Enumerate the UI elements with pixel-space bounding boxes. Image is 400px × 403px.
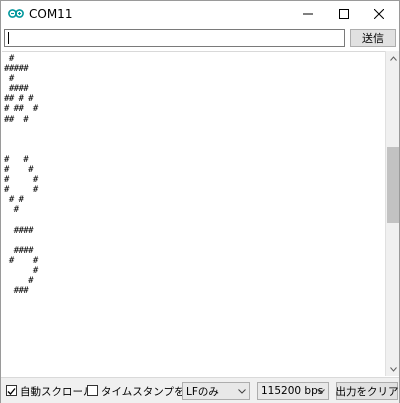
title-bar[interactable]: COM11 (1, 1, 399, 27)
checkmark-icon (7, 388, 16, 395)
window-title: COM11 (29, 7, 73, 21)
chevron-up-icon (389, 55, 397, 61)
serial-output-text: # ##### # #### ## # # # ## # ## # # # # … (4, 54, 38, 297)
scroll-up-button[interactable] (386, 51, 400, 65)
line-ending-select[interactable]: LFのみ (182, 382, 250, 400)
clear-output-button[interactable]: 出力をクリア (336, 382, 399, 400)
close-icon (374, 9, 384, 19)
chevron-down-icon (317, 389, 325, 394)
serial-send-input[interactable] (4, 29, 345, 47)
maximize-icon (339, 9, 349, 19)
close-button[interactable] (356, 1, 400, 27)
serial-monitor-window: COM11 送信 # ##### # #### ## # # # ## # ##… (0, 0, 400, 403)
baud-rate-select[interactable]: 115200 bps (257, 382, 329, 400)
text-caret (8, 32, 9, 44)
vertical-scrollbar[interactable] (385, 51, 399, 376)
chevron-down-icon (238, 389, 246, 394)
scroll-thumb[interactable] (387, 147, 399, 223)
line-ending-value: LFのみ (186, 385, 219, 398)
autoscroll-checkbox[interactable] (6, 385, 17, 396)
timestamp-checkbox[interactable] (87, 385, 98, 396)
minimize-icon (303, 13, 313, 15)
autoscroll-label[interactable]: 自動スクロール (20, 384, 94, 399)
arduino-infinity-icon (8, 9, 24, 18)
bottom-toolbar: 自動スクロール タイムスタンプを表示 LFのみ 115200 bps 出力をクリ… (1, 377, 399, 403)
send-button[interactable]: 送信 (350, 29, 396, 47)
send-row: 送信 (1, 27, 399, 49)
chevron-down-icon (389, 366, 397, 372)
serial-output[interactable]: # ##### # #### ## # # # ## # ## # # # # … (2, 51, 385, 376)
scroll-down-button[interactable] (386, 362, 400, 376)
baud-rate-value: 115200 bps (261, 385, 324, 397)
